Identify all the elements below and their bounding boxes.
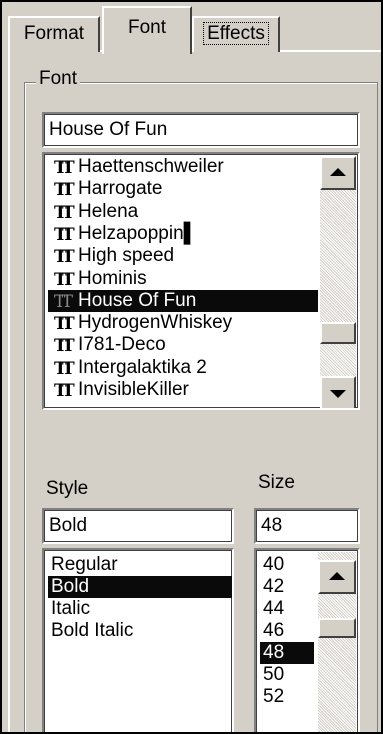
style-list-item[interactable]: Italic bbox=[48, 598, 232, 620]
tab-format[interactable]: Format bbox=[8, 16, 100, 52]
scroll-up-button[interactable] bbox=[320, 156, 356, 190]
tab-font-label: Font bbox=[127, 17, 167, 38]
scroll-thumb[interactable] bbox=[320, 322, 356, 344]
size-scroll-thumb[interactable] bbox=[318, 618, 356, 638]
tab-effects-label: Effects bbox=[203, 22, 269, 45]
arrow-down-icon bbox=[330, 390, 346, 398]
truetype-icon: TT bbox=[54, 291, 73, 312]
font-listbox[interactable]: TT Haettenschweiler TT Harrogate TT Helena TT H… bbox=[42, 152, 360, 410]
style-list-item[interactable]: Regular bbox=[48, 554, 232, 576]
style-listbox[interactable]: Regular Bold Italic Bold Italic bbox=[42, 548, 234, 732]
style-field[interactable]: Bold bbox=[42, 508, 234, 544]
arrow-up-icon bbox=[329, 572, 345, 580]
font-dialog: Format Font Effects Font House Of Fun TT… bbox=[0, 0, 383, 734]
truetype-icon: TT bbox=[54, 202, 75, 223]
arrow-up-icon bbox=[330, 168, 346, 176]
font-list-item-label: House Of Fun bbox=[78, 289, 197, 311]
font-list-item-label: I781-Deco bbox=[78, 334, 166, 356]
size-listbox[interactable]: 40 42 44 46 48 50 52 bbox=[254, 548, 360, 732]
font-list-item[interactable]: TT HydrogenWhiskey bbox=[48, 312, 318, 334]
truetype-icon: TT bbox=[54, 314, 75, 335]
truetype-icon: TT bbox=[54, 269, 75, 290]
size-list-item[interactable]: 52 bbox=[260, 686, 314, 708]
size-list-item[interactable]: 48 bbox=[260, 642, 314, 664]
size-list-item[interactable]: 44 bbox=[260, 598, 314, 620]
truetype-icon: TT bbox=[54, 358, 75, 379]
size-list-item[interactable]: 46 bbox=[260, 620, 314, 642]
font-list-item-label: Harrogate bbox=[78, 178, 163, 200]
font-list-item-label: Helena bbox=[78, 200, 139, 222]
scroll-down-button[interactable] bbox=[320, 376, 356, 408]
font-name-field[interactable]: House Of Fun bbox=[42, 112, 360, 148]
font-list-item[interactable]: TT High speed bbox=[48, 245, 318, 267]
font-list-item[interactable]: TT Haettenschweiler bbox=[48, 156, 318, 178]
size-list-item[interactable]: 40 bbox=[260, 554, 314, 576]
truetype-icon: TT bbox=[54, 336, 75, 357]
truetype-icon: TT bbox=[54, 381, 75, 401]
font-list-item[interactable]: TT Harrogate bbox=[48, 178, 318, 200]
truetype-icon: TT bbox=[54, 247, 75, 268]
font-list-item[interactable]: TT Hominis bbox=[48, 268, 318, 290]
size-list-item[interactable]: 50 bbox=[260, 664, 314, 686]
font-list-item-label: Hominis bbox=[78, 267, 147, 289]
font-list-item-label: Haettenschweiler bbox=[78, 156, 224, 177]
font-list-item[interactable]: TT House Of Fun bbox=[48, 289, 318, 312]
font-list-item[interactable]: TT I781-Deco bbox=[48, 334, 318, 356]
font-list-item[interactable]: TT Helzapoppin▌ bbox=[48, 223, 318, 245]
tab-font[interactable]: Font bbox=[102, 6, 192, 54]
font-list-item-label: Helzapoppin▌ bbox=[78, 222, 198, 244]
font-list-item[interactable]: TT Helena bbox=[48, 201, 318, 223]
tab-format-label: Format bbox=[23, 23, 85, 44]
tab-effects[interactable]: Effects bbox=[192, 16, 280, 52]
font-list-item[interactable]: TT InvisibleKiller bbox=[48, 379, 318, 401]
font-list-item-label: Intergalaktika 2 bbox=[78, 356, 207, 378]
style-label: Style bbox=[46, 478, 89, 499]
truetype-icon: TT bbox=[54, 224, 75, 245]
font-list-scrollbar[interactable] bbox=[320, 156, 356, 408]
truetype-icon: TT bbox=[54, 180, 75, 201]
font-list-item-label: High speed bbox=[78, 245, 175, 267]
size-list-scrollbar[interactable] bbox=[318, 552, 356, 732]
truetype-icon: TT bbox=[54, 158, 75, 178]
size-label: Size bbox=[258, 472, 295, 493]
style-list-item[interactable]: Bold bbox=[48, 576, 232, 598]
size-field[interactable]: 48 bbox=[254, 508, 360, 544]
size-scroll-up-button[interactable] bbox=[318, 560, 356, 594]
font-list-item-label: InvisibleKiller bbox=[78, 379, 189, 400]
size-list-item[interactable]: 42 bbox=[260, 576, 314, 598]
font-group-title: Font bbox=[36, 68, 81, 90]
font-list-item-label: HydrogenWhiskey bbox=[78, 312, 233, 334]
style-list-item[interactable]: Bold Italic bbox=[48, 620, 232, 642]
font-list-item[interactable]: TT Intergalaktika 2 bbox=[48, 357, 318, 379]
